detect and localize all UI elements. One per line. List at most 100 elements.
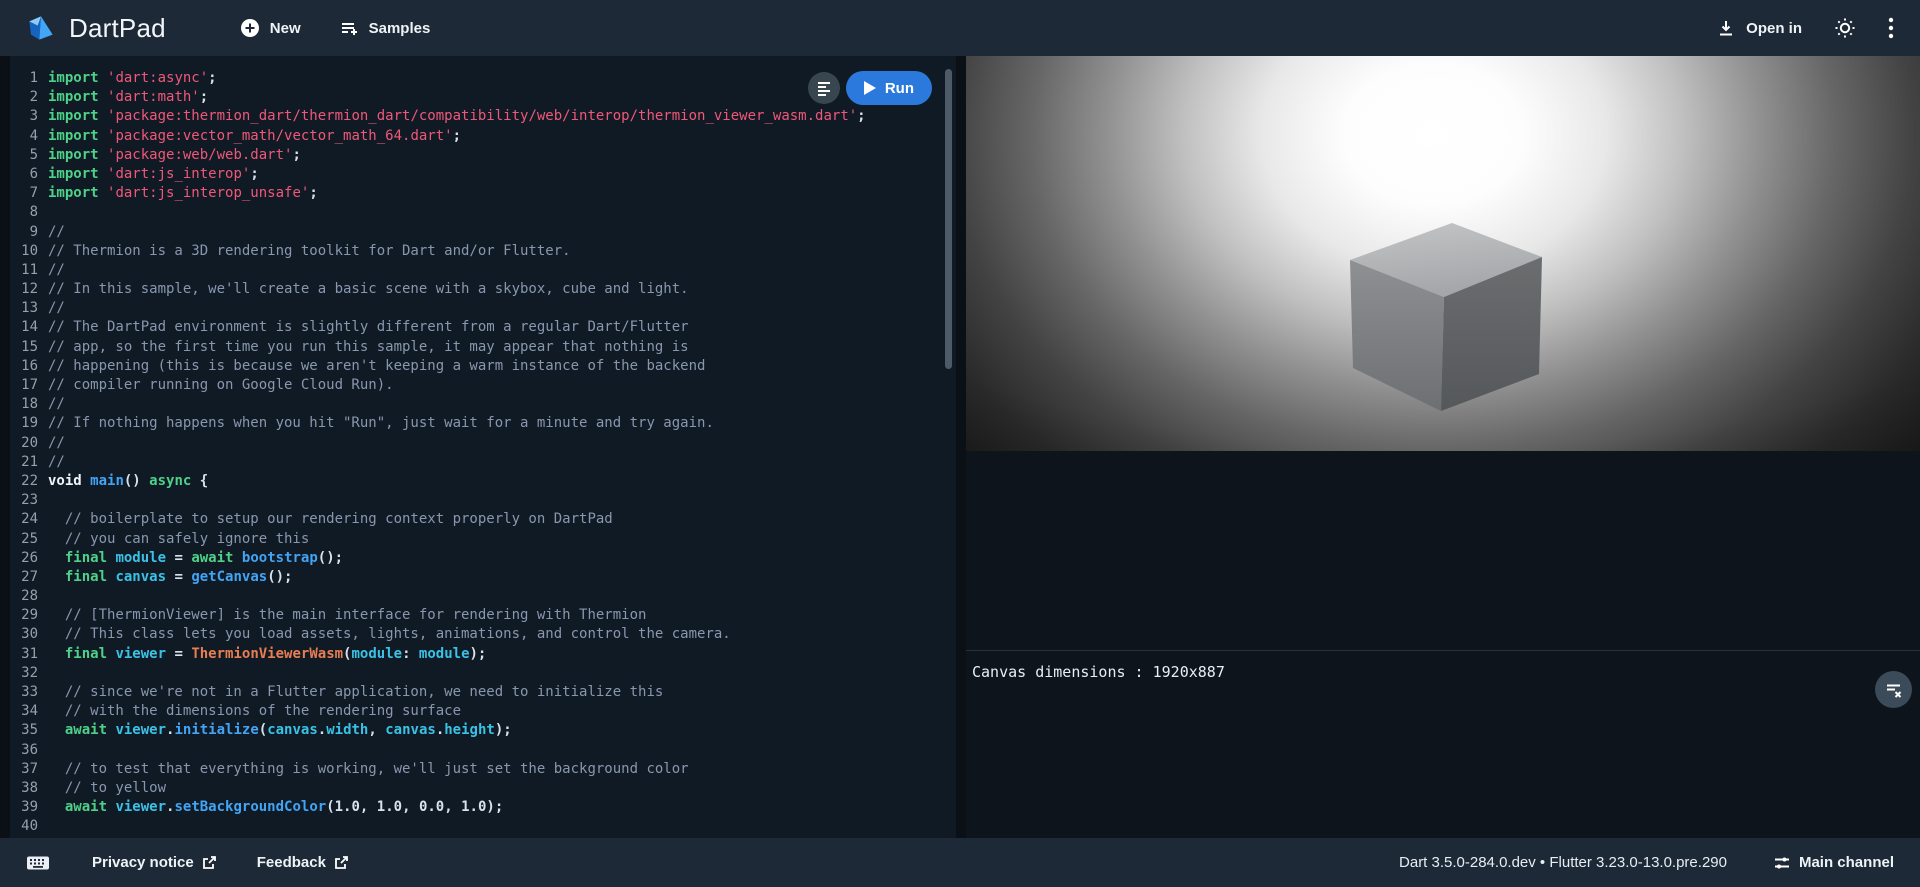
code-line[interactable]: 18// [10, 395, 956, 414]
line-number: 13 [10, 299, 38, 318]
code-editor[interactable]: 1import 'dart:async';2import 'dart:math'… [10, 56, 956, 838]
app-header: DartPad New Samples [0, 0, 1920, 56]
console-output: Canvas dimensions : 1920x887 [972, 663, 1225, 681]
line-number: 28 [10, 587, 38, 606]
format-button[interactable] [808, 72, 840, 104]
feedback-label: Feedback [257, 854, 326, 871]
editor-scrollbar[interactable] [945, 69, 952, 369]
code-line[interactable]: 37 // to test that everything is working… [10, 760, 956, 779]
code-text: final module = await bootstrap(); [48, 549, 343, 568]
overflow-menu-button[interactable] [1888, 17, 1894, 39]
code-line[interactable]: 36 [10, 741, 956, 760]
status-bar: Privacy notice Feedback Dart 3.5.0-284.0… [0, 838, 1920, 887]
line-number: 37 [10, 760, 38, 779]
samples-button[interactable]: Samples [339, 18, 431, 38]
code-text: // [ThermionViewer] is the main interfac… [48, 606, 646, 625]
code-text: // with the dimensions of the rendering … [48, 702, 461, 721]
clear-console-icon [1884, 680, 1903, 699]
channel-label: Main channel [1799, 854, 1894, 871]
code-line[interactable]: 13// [10, 299, 956, 318]
line-number: 15 [10, 338, 38, 357]
code-line[interactable]: 26 final module = await bootstrap(); [10, 549, 956, 568]
line-number: 24 [10, 510, 38, 529]
code-line[interactable]: 27 final canvas = getCanvas(); [10, 568, 956, 587]
code-line[interactable]: 7import 'dart:js_interop_unsafe'; [10, 184, 956, 203]
code-line[interactable]: 11// [10, 261, 956, 280]
run-button[interactable]: Run [846, 71, 932, 105]
feedback-link[interactable]: Feedback [257, 854, 349, 871]
code-line[interactable]: 16// happening (this is because we aren'… [10, 357, 956, 376]
output-spacer [966, 451, 1920, 650]
line-number: 25 [10, 530, 38, 549]
code-text: // [48, 395, 65, 414]
code-line[interactable]: 20// [10, 434, 956, 453]
code-line[interactable]: 32 [10, 664, 956, 683]
channel-selector[interactable]: Main channel [1773, 854, 1894, 872]
open-in-label: Open in [1746, 20, 1802, 37]
line-number: 29 [10, 606, 38, 625]
code-line[interactable]: 24 // boilerplate to setup our rendering… [10, 510, 956, 529]
line-number: 23 [10, 491, 38, 510]
code-line[interactable]: 5import 'package:web/web.dart'; [10, 146, 956, 165]
new-button[interactable]: New [240, 18, 301, 38]
line-number: 30 [10, 625, 38, 644]
line-number: 14 [10, 318, 38, 337]
code-line[interactable]: 15// app, so the first time you run this… [10, 338, 956, 357]
line-number: 26 [10, 549, 38, 568]
line-number: 34 [10, 702, 38, 721]
line-number: 5 [10, 146, 38, 165]
open-in-new-icon [202, 855, 217, 870]
new-button-label: New [270, 20, 301, 37]
code-line[interactable]: 14// The DartPad environment is slightly… [10, 318, 956, 337]
code-line[interactable]: 33 // since we're not in a Flutter appli… [10, 683, 956, 702]
keyboard-icon [26, 853, 50, 873]
main-area: 1import 'dart:async';2import 'dart:math'… [0, 56, 1920, 838]
code-text: // If nothing happens when you hit "Run"… [48, 414, 714, 433]
line-number: 19 [10, 414, 38, 433]
code-line[interactable]: 17// compiler running on Google Cloud Ru… [10, 376, 956, 395]
open-in-button[interactable]: Open in [1716, 18, 1802, 38]
brand: DartPad [26, 13, 166, 44]
code-line[interactable]: 39 await viewer.setBackgroundColor(1.0, … [10, 798, 956, 817]
code-line[interactable]: 6import 'dart:js_interop'; [10, 165, 956, 184]
code-line[interactable]: 25 // you can safely ignore this [10, 530, 956, 549]
code-text: await viewer.setBackgroundColor(1.0, 1.0… [48, 798, 503, 817]
code-line[interactable]: 28 [10, 587, 956, 606]
code-line[interactable]: 40 [10, 817, 956, 836]
code-line[interactable]: 4import 'package:vector_math/vector_math… [10, 127, 956, 146]
open-in-new-icon [334, 855, 349, 870]
code-text: import 'dart:js_interop_unsafe'; [48, 184, 318, 203]
code-line[interactable]: 30 // This class lets you load assets, l… [10, 625, 956, 644]
code-text: // to yellow [48, 779, 166, 798]
code-line[interactable]: 23 [10, 491, 956, 510]
code-line[interactable]: 22void main() async { [10, 472, 956, 491]
privacy-notice-link[interactable]: Privacy notice [92, 854, 217, 871]
dartpad-logo-icon [26, 13, 56, 43]
code-line[interactable]: 38 // to yellow [10, 779, 956, 798]
code-line[interactable]: 29 // [ThermionViewer] is the main inter… [10, 606, 956, 625]
keyboard-shortcuts-button[interactable] [26, 853, 50, 873]
line-number: 31 [10, 645, 38, 664]
line-number: 22 [10, 472, 38, 491]
code-line[interactable]: 21// [10, 453, 956, 472]
code-line[interactable]: 31 final viewer = ThermionViewerWasm(mod… [10, 645, 956, 664]
code-line[interactable]: 9// [10, 223, 956, 242]
play-icon [864, 81, 876, 95]
code-line[interactable]: 12// In this sample, we'll create a basi… [10, 280, 956, 299]
code-line[interactable]: 3import 'package:thermion_dart/thermion_… [10, 107, 956, 126]
code-line[interactable]: 19 // If nothing happens when you hit "Ru… [10, 414, 956, 433]
clear-console-button[interactable] [1875, 671, 1912, 708]
code-line[interactable]: 35 await viewer.initialize(canvas.width,… [10, 721, 956, 740]
download-icon [1716, 18, 1736, 38]
code-line[interactable]: 10// Thermion is a 3D rendering toolkit … [10, 242, 956, 261]
code-line[interactable]: 34 // with the dimensions of the renderi… [10, 702, 956, 721]
line-number: 27 [10, 568, 38, 587]
samples-button-label: Samples [369, 20, 431, 37]
line-number: 33 [10, 683, 38, 702]
code-text: // since we're not in a Flutter applicat… [48, 683, 663, 702]
code-text: import 'dart:async'; [48, 69, 217, 88]
code-text: // [48, 261, 65, 280]
code-text: final viewer = ThermionViewerWasm(module… [48, 645, 486, 664]
code-line[interactable]: 8 [10, 203, 956, 222]
theme-toggle-button[interactable] [1834, 17, 1856, 39]
